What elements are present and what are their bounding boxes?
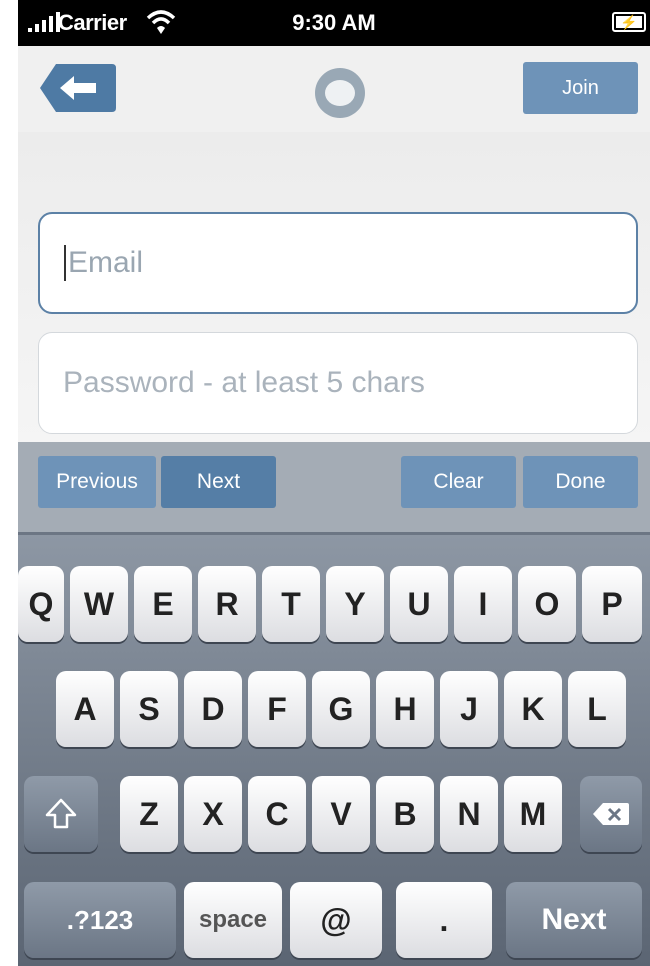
password-field[interactable]: Password - at least 5 chars xyxy=(38,332,638,434)
previous-button[interactable]: Previous xyxy=(38,456,156,508)
login-form: Email Password - at least 5 chars xyxy=(18,132,650,442)
text-cursor xyxy=(64,245,66,281)
key-x[interactable]: X xyxy=(184,776,242,852)
key-t[interactable]: T xyxy=(262,566,320,642)
numbers-key[interactable]: .?123 xyxy=(24,882,176,958)
join-button[interactable]: Join xyxy=(523,62,638,114)
key-q[interactable]: Q xyxy=(18,566,64,642)
key-w[interactable]: W xyxy=(70,566,128,642)
key-e[interactable]: E xyxy=(134,566,192,642)
password-placeholder: Password - at least 5 chars xyxy=(63,366,425,399)
key-z[interactable]: Z xyxy=(120,776,178,852)
key-m[interactable]: M xyxy=(504,776,562,852)
delete-key[interactable] xyxy=(580,776,642,852)
key-j[interactable]: J xyxy=(440,671,498,747)
at-key[interactable]: @ xyxy=(290,882,382,958)
key-y[interactable]: Y xyxy=(326,566,384,642)
key-c[interactable]: C xyxy=(248,776,306,852)
key-u[interactable]: U xyxy=(390,566,448,642)
key-v[interactable]: V xyxy=(312,776,370,852)
app-logo-icon xyxy=(315,68,365,118)
next-field-button[interactable]: Next xyxy=(161,456,276,508)
key-a[interactable]: A xyxy=(56,671,114,747)
period-key[interactable]: . xyxy=(396,882,492,958)
key-g[interactable]: G xyxy=(312,671,370,747)
phone-screen: Carrier 9:30 AM ⚡ Join Email Password - … xyxy=(18,0,650,966)
back-button[interactable] xyxy=(38,62,118,114)
key-h[interactable]: H xyxy=(376,671,434,747)
backspace-icon xyxy=(593,803,629,825)
on-screen-keyboard: Q W E R T Y U I O P A S D F G H J K L Z … xyxy=(18,532,650,966)
email-field[interactable]: Email xyxy=(38,212,638,314)
key-p[interactable]: P xyxy=(582,566,642,642)
key-r[interactable]: R xyxy=(198,566,256,642)
shift-key[interactable] xyxy=(24,776,98,852)
keyboard-next-key[interactable]: Next xyxy=(506,882,642,958)
key-i[interactable]: I xyxy=(454,566,512,642)
clock: 9:30 AM xyxy=(292,10,376,35)
key-l[interactable]: L xyxy=(568,671,626,747)
key-n[interactable]: N xyxy=(440,776,498,852)
done-button[interactable]: Done xyxy=(523,456,638,508)
clear-button[interactable]: Clear xyxy=(401,456,516,508)
battery-charging-icon: ⚡ xyxy=(612,12,646,32)
keyboard-accessory-bar: Previous Next Clear Done xyxy=(18,442,650,532)
space-key[interactable]: space xyxy=(184,882,282,958)
navigation-bar: Join xyxy=(18,46,650,132)
key-o[interactable]: O xyxy=(518,566,576,642)
key-f[interactable]: F xyxy=(248,671,306,747)
key-s[interactable]: S xyxy=(120,671,178,747)
key-d[interactable]: D xyxy=(184,671,242,747)
shift-icon xyxy=(45,798,77,829)
key-b[interactable]: B xyxy=(376,776,434,852)
email-placeholder: Email xyxy=(68,246,144,279)
key-k[interactable]: K xyxy=(504,671,562,747)
status-bar: Carrier 9:30 AM ⚡ xyxy=(18,0,650,46)
